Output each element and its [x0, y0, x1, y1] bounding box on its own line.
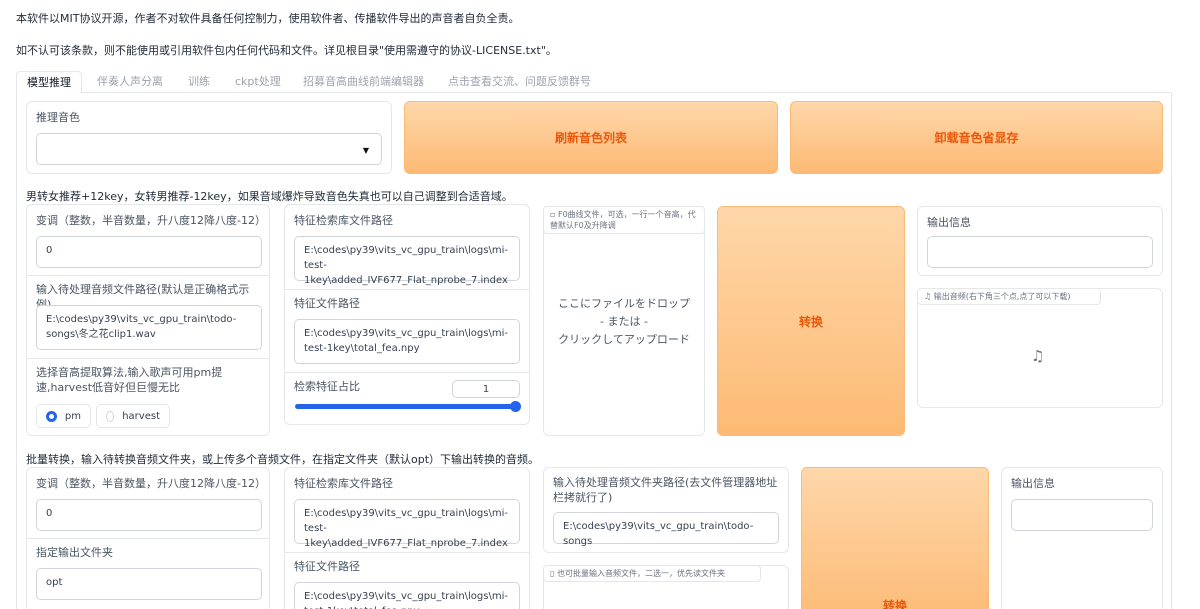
- index-path-field[interactable]: E:\codes\py39\vits_vc_gpu_train\logs\mi-…: [294, 236, 520, 286]
- radio-pm-indicator: [46, 410, 57, 422]
- tab-train[interactable]: 训练: [188, 71, 210, 93]
- divider: [285, 552, 529, 553]
- input-folder-field[interactable]: E:\codes\py39\vits_vc_gpu_train\todo-son…: [553, 512, 779, 547]
- batch-left-card: 变调（整数，半音数量，升八度12降八度-12） 0 指定输出文件夹 opt: [26, 467, 270, 609]
- upload-text-line3: クリックしてアップロード: [558, 333, 690, 346]
- feature-path-field[interactable]: E:\codes\py39\vits_vc_gpu_train\logs\mi-…: [294, 319, 520, 364]
- radio-harvest[interactable]: harvest: [96, 404, 170, 428]
- license-notice-line2: 如不认可该条款，则不能使用或引用软件包内任何代码和文件。详见根目录"使用需遵守的…: [16, 44, 557, 57]
- output-info-label: 输出信息: [927, 216, 971, 229]
- radio-harvest-label: harvest: [122, 410, 160, 422]
- f0-file-label: ▫ F0曲线文件，可选，一行一个音高，代替默认F0及升降调: [543, 206, 705, 234]
- batch-output-info-field[interactable]: [1011, 499, 1153, 531]
- batch-transpose-label: 变调（整数，半音数量，升八度12降八度-12）: [36, 477, 266, 490]
- upload-text-line2: - または -: [600, 315, 648, 328]
- output-info-card: 输出信息: [917, 206, 1163, 276]
- retrieval-ratio-input[interactable]: 1: [452, 380, 520, 398]
- divider: [27, 358, 269, 359]
- voice-select-label: 推理音色: [36, 111, 80, 124]
- tab-feedback-group[interactable]: 点击查看交流、问题反馈群号: [448, 71, 591, 93]
- batch-output-info-label: 输出信息: [1011, 477, 1055, 490]
- output-audio-label: ♫ 输出音频(右下角三个点,点了可以下载): [917, 288, 1101, 305]
- batch-hint: 批量转换，输入待转换音频文件夹，或上传多个音频文件，在指定文件夹（默认opt）下…: [26, 453, 540, 466]
- convert-button[interactable]: 转换: [717, 206, 905, 436]
- retrieval-ratio-slider[interactable]: [295, 404, 519, 409]
- radio-pm[interactable]: pm: [36, 404, 91, 428]
- transpose-input[interactable]: 0: [36, 236, 262, 268]
- single-feature-card: 特征检索库文件路径 E:\codes\py39\vits_vc_gpu_trai…: [284, 204, 530, 425]
- upload-drop-zone[interactable]: ここにファイルをドロップ - または - クリックしてアップロード: [544, 295, 704, 349]
- file-icon: ▫: [550, 210, 558, 219]
- output-info-field[interactable]: [927, 236, 1153, 268]
- batch-index-path-label: 特征检索库文件路径: [294, 477, 393, 490]
- output-folder-label: 指定输出文件夹: [36, 546, 113, 559]
- transpose-label: 变调（整数，半音数量，升八度12降八度-12）: [36, 214, 266, 227]
- batch-upload-label-text: 也可批量输入音频文件，二选一，优先读文件夹: [556, 569, 725, 578]
- batch-feature-path-label: 特征文件路径: [294, 560, 360, 573]
- batch-convert-button[interactable]: 转换: [801, 467, 989, 609]
- output-folder-input[interactable]: opt: [36, 568, 262, 600]
- file-icon: ▯: [550, 569, 557, 578]
- single-left-card: 变调（整数，半音数量，升八度12降八度-12） 0 输入待处理音频文件路径(默认…: [26, 204, 270, 436]
- output-audio-label-text: 输出音频(右下角三个点,点了可以下载): [933, 292, 1071, 301]
- batch-upload-label: ▯ 也可批量输入音频文件，二选一，优先读文件夹: [543, 565, 761, 582]
- tab-pitch-editor[interactable]: 招募音高曲线前端编辑器: [303, 71, 424, 93]
- batch-output-info-card: 输出信息: [1001, 467, 1163, 609]
- batch-folder-card: 输入待处理音频文件夹路径(去文件管理器地址栏拷就行了) E:\codes\py3…: [543, 467, 789, 553]
- music-note-icon: ♫: [1031, 347, 1045, 365]
- tab-ckpt[interactable]: ckpt处理: [235, 71, 281, 93]
- batch-transpose-input[interactable]: 0: [36, 499, 262, 531]
- batch-feature-path-field[interactable]: E:\codes\py39\vits_vc_gpu_train\logs\mi-…: [294, 582, 520, 609]
- batch-file-upload[interactable]: ▯ 也可批量输入音频文件，二选一，优先读文件夹: [543, 565, 789, 609]
- voice-select-dropdown[interactable]: ▼: [36, 133, 382, 165]
- index-path-label: 特征检索库文件路径: [294, 214, 393, 227]
- f0-file-label-text: F0曲线文件，可选，一行一个音高，代替默认F0及升降调: [550, 210, 696, 230]
- retrieval-ratio-label: 检索特征占比: [294, 380, 360, 393]
- batch-feature-card: 特征检索库文件路径 E:\codes\py39\vits_vc_gpu_trai…: [284, 467, 530, 609]
- divider: [285, 289, 529, 290]
- divider: [285, 372, 529, 373]
- f0-method-label: 选择音高提取算法,输入歌声可用pm提速,harvest低音好但巨慢无比: [36, 366, 223, 394]
- divider: [27, 538, 269, 539]
- refresh-voice-button[interactable]: 刷新音色列表: [404, 101, 778, 174]
- music-note-icon: ♫: [924, 292, 934, 301]
- chevron-down-icon: ▼: [362, 146, 369, 155]
- upload-text-line1: ここにファイルをドロップ: [558, 297, 690, 310]
- f0-file-upload[interactable]: ▫ F0曲线文件，可选，一行一个音高，代替默认F0及升降调 ここにファイルをドロ…: [543, 206, 705, 436]
- output-audio-card: ♫ 输出音频(右下角三个点,点了可以下载) ♫: [917, 288, 1163, 408]
- batch-index-path-field[interactable]: E:\codes\py39\vits_vc_gpu_train\logs\mi-…: [294, 499, 520, 549]
- input-path-field[interactable]: E:\codes\py39\vits_vc_gpu_train\todo-son…: [36, 305, 262, 350]
- tab-bar: 模型推理 伴奏人声分离 训练 ckpt处理 招募音高曲线前端编辑器 点击查看交流…: [16, 71, 1172, 94]
- unload-voice-button[interactable]: 卸载音色省显存: [790, 101, 1163, 174]
- transpose-hint: 男转女推荐+12key，女转男推荐-12key，如果音域爆炸导致音色失真也可以自…: [26, 190, 513, 203]
- feature-path-label: 特征文件路径: [294, 297, 360, 310]
- retrieval-ratio-slider-handle[interactable]: [510, 401, 521, 412]
- voice-select-card: 推理音色 ▼: [26, 101, 392, 174]
- radio-pm-label: pm: [64, 410, 81, 422]
- tab-vocal-separation[interactable]: 伴奏人声分离: [97, 71, 163, 93]
- radio-harvest-indicator: [106, 410, 115, 422]
- input-folder-label: 输入待处理音频文件夹路径(去文件管理器地址栏拷就行了): [553, 476, 778, 504]
- license-notice-line1: 本软件以MIT协议开源，作者不对软件具备任何控制力，使用软件者、传播软件导出的声…: [16, 12, 520, 25]
- tab-model-inference[interactable]: 模型推理: [16, 71, 82, 94]
- divider: [27, 275, 269, 276]
